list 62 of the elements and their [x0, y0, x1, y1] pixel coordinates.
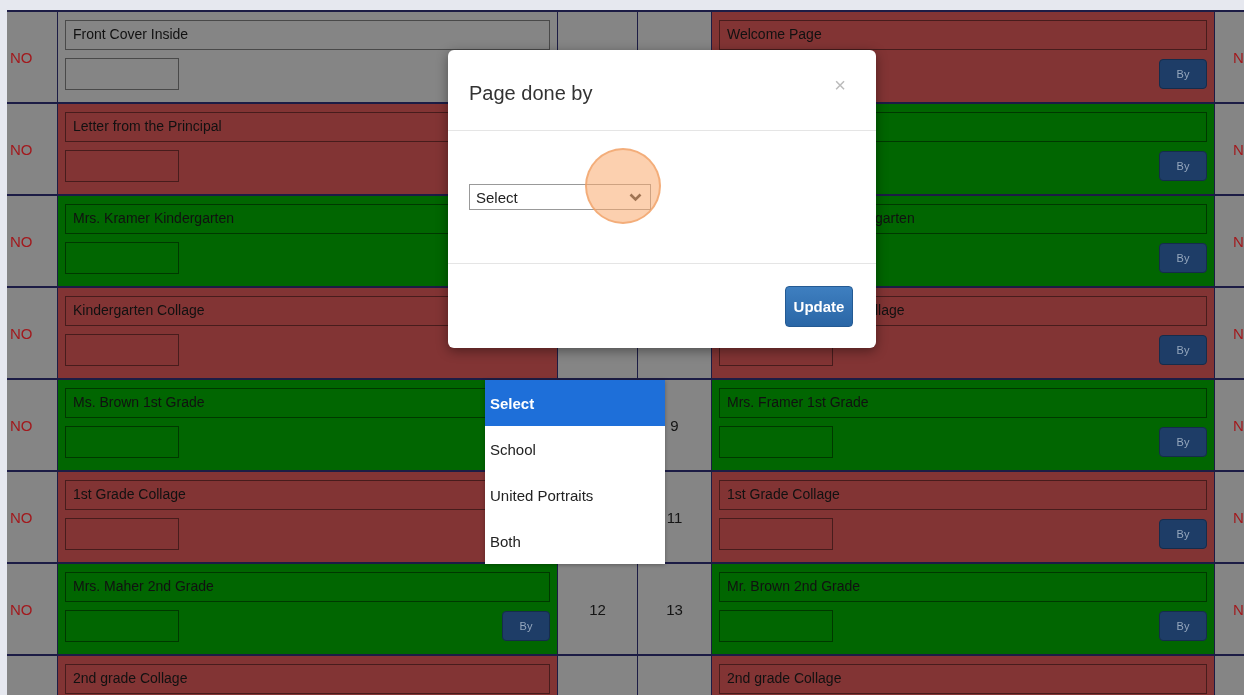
status-label: NO — [10, 600, 33, 618]
page-title: Mr. Brown 2nd Grade — [727, 578, 861, 594]
dialog-title: Page done by — [469, 81, 593, 105]
status-label: NO — [10, 232, 33, 250]
page-title: Mrs. Framer 1st Grade — [727, 394, 869, 410]
page-title: Letter from the Principal — [73, 118, 222, 134]
by-button[interactable]: By — [1159, 427, 1207, 457]
status-label: NO — [10, 48, 33, 66]
page-title: garten — [875, 210, 915, 226]
chevron-down-icon — [629, 192, 642, 202]
dropdown-option[interactable]: Select — [485, 380, 665, 426]
text-input[interactable] — [719, 518, 833, 550]
status-label: N — [1233, 324, 1244, 342]
by-button[interactable]: By — [1159, 611, 1207, 641]
page-title: Welcome Page — [727, 26, 822, 42]
page-title: Front Cover Inside — [73, 26, 189, 42]
status-label: NO — [10, 324, 33, 342]
page-title: 1st Grade Collage — [73, 486, 186, 502]
page-number: 11 — [666, 508, 683, 526]
page-title: llage — [875, 302, 905, 318]
text-input[interactable] — [719, 426, 833, 458]
page-number: 13 — [666, 600, 683, 618]
by-button[interactable]: By — [1159, 243, 1207, 273]
text-input[interactable] — [65, 518, 179, 550]
page-title: 2nd grade Collage — [727, 670, 842, 686]
text-input[interactable] — [719, 610, 833, 642]
page-number: 9 — [670, 416, 679, 434]
text-input[interactable] — [65, 242, 179, 274]
status-label: N — [1233, 416, 1244, 434]
page-number: 12 — [589, 600, 606, 618]
text-input[interactable] — [65, 150, 179, 182]
dropdown-option[interactable]: School — [485, 426, 665, 472]
page-title: Mrs. Kramer Kindergarten — [73, 210, 235, 226]
page-title-field[interactable]: Mrs. Maher 2nd Grade — [65, 572, 550, 602]
update-button[interactable]: Update — [785, 285, 853, 327]
by-button[interactable]: By — [1159, 519, 1207, 549]
text-input[interactable] — [65, 334, 179, 366]
text-input[interactable] — [65, 426, 179, 458]
status-label: NO — [10, 140, 33, 158]
page-title: Ms. Brown 1st Grade — [73, 394, 205, 410]
status-label: NO — [10, 416, 33, 434]
page-title: Mrs. Maher 2nd Grade — [73, 578, 214, 594]
by-button[interactable]: By — [502, 611, 550, 641]
status-label: N — [1233, 600, 1244, 618]
text-input[interactable] — [65, 58, 179, 90]
text-input[interactable] — [65, 610, 179, 642]
page-title-field[interactable]: Front Cover Inside — [65, 20, 550, 50]
status-label: N — [1233, 232, 1244, 250]
page-title: Kindergarten Collage — [73, 302, 205, 318]
page-title-field[interactable]: Mr. Brown 2nd Grade — [719, 572, 1207, 602]
select-field[interactable]: Select — [469, 184, 651, 210]
status-label: N — [1233, 48, 1244, 66]
by-button[interactable]: By — [1159, 151, 1207, 181]
by-button[interactable]: By — [1159, 335, 1207, 365]
page-title: 1st Grade Collage — [727, 486, 840, 502]
dropdown-option[interactable]: Both — [485, 518, 665, 564]
by-button[interactable]: By — [1159, 59, 1207, 89]
status-label: N — [1233, 508, 1244, 526]
page-title: 2nd grade Collage — [73, 670, 188, 686]
status-label: N — [1233, 140, 1244, 158]
status-label: NO — [10, 508, 33, 526]
page-title-field[interactable]: Mrs. Framer 1st Grade — [719, 388, 1207, 418]
